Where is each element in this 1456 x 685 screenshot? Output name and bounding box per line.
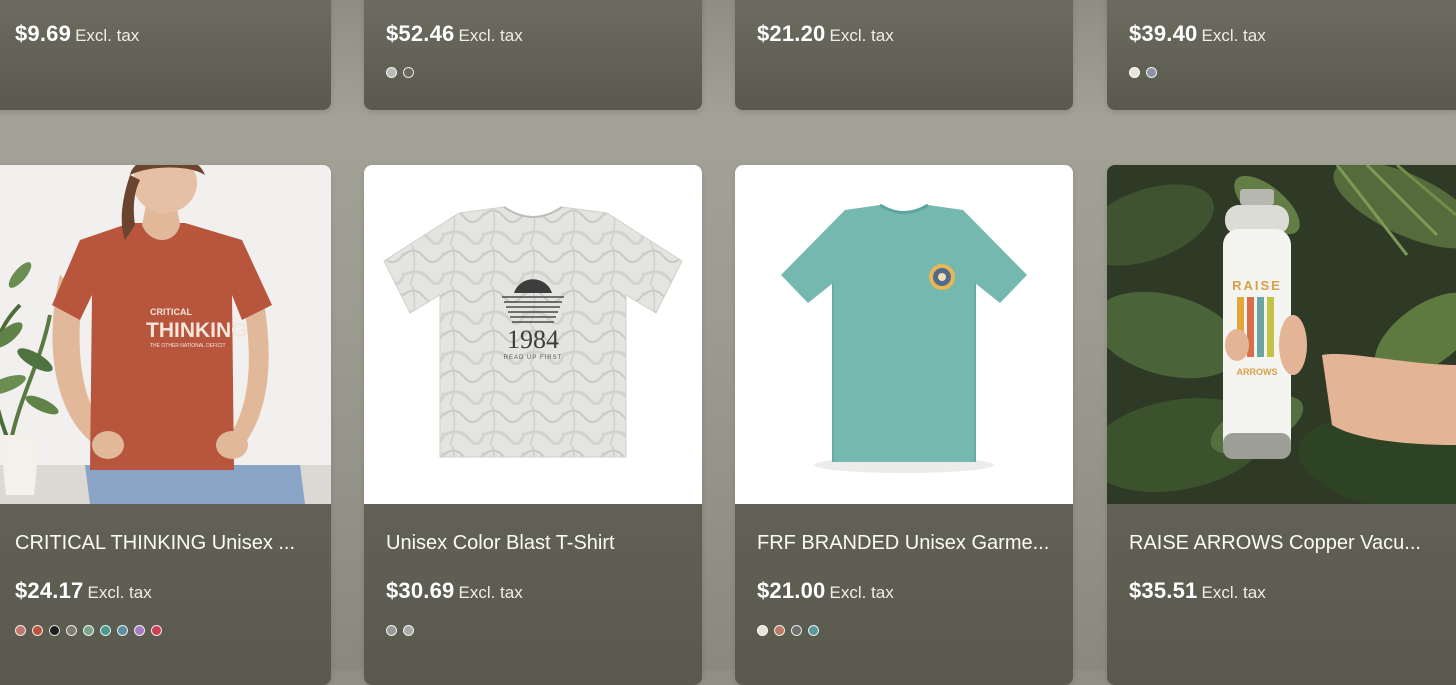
product-card-top-2[interactable]: $52.46 Excl. tax <box>364 0 702 110</box>
product-card-top-1[interactable]: $9.69 Excl. tax <box>0 0 331 110</box>
color-swatch[interactable] <box>66 625 77 636</box>
color-swatch[interactable] <box>117 625 128 636</box>
tax-label: Excl. tax <box>75 26 140 45</box>
color-swatch[interactable] <box>774 625 785 636</box>
color-swatch[interactable] <box>403 67 414 78</box>
product-image[interactable]: RAISE ARROWS <box>1107 165 1456 504</box>
product-image[interactable] <box>735 165 1073 504</box>
product-price: $39.40 <box>1129 21 1198 46</box>
price-row: $9.69 Excl. tax <box>0 21 331 47</box>
shirt-print-line3: THE OTHER NATIONAL DEFICIT <box>150 343 226 349</box>
product-title[interactable]: CRITICAL THINKING Unisex ... <box>15 532 311 555</box>
color-swatch[interactable] <box>757 625 768 636</box>
color-swatch[interactable] <box>403 625 414 636</box>
product-card-top-4[interactable]: $39.40 Excl. tax <box>1107 0 1456 110</box>
color-swatch[interactable] <box>1129 67 1140 78</box>
product-price: $35.51 <box>1129 578 1198 603</box>
color-swatches <box>364 67 414 78</box>
color-swatch[interactable] <box>134 625 145 636</box>
color-swatches <box>364 625 414 636</box>
color-swatch[interactable] <box>100 625 111 636</box>
price-row: $21.00 Excl. tax <box>735 578 1073 604</box>
color-swatches <box>1107 67 1157 78</box>
shirt-print-1984: 1984 <box>507 325 559 354</box>
product-price: $30.69 <box>386 578 455 603</box>
product-image[interactable]: 1984 READ UP FIRST <box>364 165 702 504</box>
product-title[interactable]: FRF BRANDED Unisex Garme... <box>757 532 1053 555</box>
product-image[interactable]: CRITICAL THINKING THE OTHER NATIONAL DEF… <box>0 165 331 504</box>
product-card-critical-thinking[interactable]: CRITICAL THINKING THE OTHER NATIONAL DEF… <box>0 165 331 685</box>
shirt-print-sub: READ UP FIRST <box>504 355 563 361</box>
price-row: $35.51 Excl. tax <box>1107 578 1456 604</box>
product-title[interactable]: Unisex Color Blast T-Shirt <box>386 532 682 555</box>
color-swatch[interactable] <box>808 625 819 636</box>
color-swatch[interactable] <box>386 625 397 636</box>
product-card-top-3[interactable]: $21.20 Excl. tax <box>735 0 1073 110</box>
color-swatches <box>0 625 162 636</box>
tax-label: Excl. tax <box>829 26 894 45</box>
product-price: $9.69 <box>15 21 72 46</box>
shirt-print-line1: CRITICAL <box>150 307 192 317</box>
price-row: $39.40 Excl. tax <box>1107 21 1456 47</box>
color-swatch[interactable] <box>1146 67 1157 78</box>
tax-label: Excl. tax <box>1201 583 1266 602</box>
tax-label: Excl. tax <box>458 26 523 45</box>
bottle-print-line2: ARROWS <box>1237 367 1278 377</box>
tax-label: Excl. tax <box>458 583 523 602</box>
product-title[interactable]: RAISE ARROWS Copper Vacu... <box>1129 532 1436 555</box>
tax-label: Excl. tax <box>87 583 152 602</box>
color-swatch[interactable] <box>32 625 43 636</box>
color-swatch[interactable] <box>386 67 397 78</box>
color-swatch[interactable] <box>791 625 802 636</box>
bottle-print-line1: RAISE <box>1232 278 1282 293</box>
price-row: $52.46 Excl. tax <box>364 21 702 47</box>
color-swatches <box>735 625 819 636</box>
color-swatch[interactable] <box>49 625 60 636</box>
shirt-print-line2: THINKING <box>146 319 248 342</box>
product-card-raise-arrows[interactable]: RAISE ARROWS RAISE ARROWS Copper Vacu...… <box>1107 165 1456 685</box>
color-swatch[interactable] <box>151 625 162 636</box>
tax-label: Excl. tax <box>829 583 894 602</box>
price-row: $24.17 Excl. tax <box>0 578 331 604</box>
product-price: $24.17 <box>15 578 84 603</box>
product-price: $52.46 <box>386 21 455 46</box>
product-card-frf-branded[interactable]: FRF BRANDED Unisex Garme... $21.00 Excl. … <box>735 165 1073 685</box>
price-row: $30.69 Excl. tax <box>364 578 702 604</box>
color-swatch[interactable] <box>15 625 26 636</box>
product-price: $21.00 <box>757 578 826 603</box>
price-row: $21.20 Excl. tax <box>735 21 1073 47</box>
product-price: $21.20 <box>757 21 826 46</box>
color-swatch[interactable] <box>83 625 94 636</box>
product-card-color-blast[interactable]: 1984 READ UP FIRST Unisex Color Blast T-… <box>364 165 702 685</box>
tax-label: Excl. tax <box>1201 26 1266 45</box>
